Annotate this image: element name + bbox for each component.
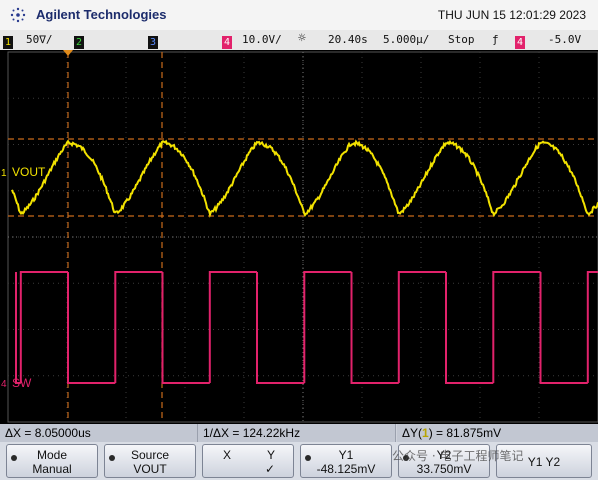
mode-softkey-value: Manual bbox=[32, 462, 72, 476]
date-time: THU JUN 15 12:01:29 2023 bbox=[437, 8, 586, 22]
graticule bbox=[7, 51, 598, 423]
sw-channel-marker: 4 bbox=[1, 379, 7, 390]
delta-y-channel: 1 bbox=[422, 426, 429, 440]
channel-4-number: 4 bbox=[222, 36, 233, 49]
check-icon: ✓ bbox=[265, 462, 276, 476]
trigger-level[interactable]: -5.0V bbox=[548, 33, 581, 46]
delta-y-readout: ΔY(1) = 81.875mV bbox=[397, 424, 598, 442]
softkey-knob-icon bbox=[109, 455, 115, 461]
delta-y-prefix: ΔY( bbox=[402, 426, 423, 440]
inverse-delta-x-readout: 1/ΔX = 124.22kHz bbox=[198, 424, 396, 442]
y-label: Y bbox=[267, 448, 276, 462]
cursor-readout-bar: ΔX = 8.05000us 1/ΔX = 124.22kHz ΔY(1) = … bbox=[0, 424, 598, 442]
delta-x-readout: ΔX = 8.05000us bbox=[0, 424, 198, 442]
vout-trace-label: VOUT bbox=[12, 165, 46, 179]
mode-softkey-label: Mode bbox=[36, 448, 68, 462]
y1-softkey[interactable]: Y1 -48.125mV bbox=[300, 444, 392, 478]
sw-trace-label: SW bbox=[12, 376, 32, 390]
source-softkey[interactable]: Source VOUT bbox=[104, 444, 196, 478]
softkey-knob-icon bbox=[305, 455, 311, 461]
waveform-svg: 1 VOUT 4 SW bbox=[1, 50, 598, 423]
sun-icon: ☼ bbox=[298, 31, 306, 46]
channel-1-scale[interactable]: 50∇/ bbox=[26, 33, 53, 46]
trigger-slope-icon: ƒ bbox=[492, 33, 499, 46]
watermark: 公众号 · 电子工程师笔记 bbox=[392, 449, 524, 463]
channel-3-number: 3 bbox=[148, 36, 159, 49]
sw-trace bbox=[15, 271, 598, 384]
x-y-softkey[interactable]: X Y ✓ bbox=[202, 444, 294, 478]
x-label: X bbox=[223, 448, 232, 462]
vout-trace bbox=[11, 139, 598, 218]
softkey-knob-icon bbox=[11, 455, 17, 461]
agilent-logo-icon bbox=[10, 7, 26, 23]
channel-2-number: 2 bbox=[74, 36, 85, 49]
status-line: 1 50∇/ 2 3 4 10.0V/ ☼ 20.40s 5.000µ/ Sto… bbox=[0, 30, 598, 50]
title-bar: Agilent Technologies THU JUN 15 12:01:29… bbox=[0, 0, 598, 30]
timebase-scale[interactable]: 5.000µ/ bbox=[383, 33, 429, 46]
channel-4-scale[interactable]: 10.0V/ bbox=[242, 33, 282, 46]
waveform-display[interactable]: 1 VOUT 4 SW bbox=[0, 50, 598, 424]
source-softkey-label: Source bbox=[130, 448, 170, 462]
y1-softkey-label: Y1 bbox=[338, 448, 354, 462]
y2-softkey-value: 33.750mV bbox=[416, 462, 472, 476]
delta-y-value: ) = 81.875mV bbox=[428, 426, 502, 440]
source-softkey-value: VOUT bbox=[133, 462, 167, 476]
channel-1-number: 1 bbox=[3, 36, 14, 49]
y1-softkey-value: -48.125mV bbox=[316, 462, 376, 476]
vout-channel-marker: 1 bbox=[1, 168, 7, 179]
trigger-position[interactable]: 20.40s bbox=[328, 33, 368, 46]
trigger-source-number: 4 bbox=[515, 36, 526, 49]
mode-softkey[interactable]: Mode Manual bbox=[6, 444, 98, 478]
run-state: Stop bbox=[448, 33, 475, 46]
brand-name: Agilent Technologies bbox=[36, 7, 167, 22]
trigger-position-marker[interactable] bbox=[63, 50, 73, 56]
